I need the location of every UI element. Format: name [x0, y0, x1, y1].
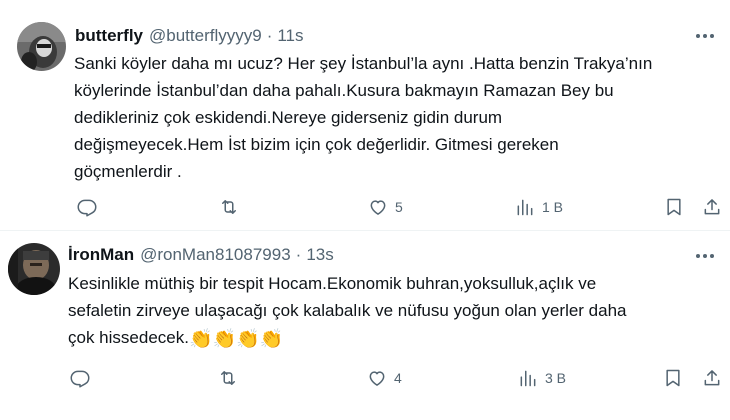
views-count: 1 B	[542, 199, 564, 215]
clapping-emoji: 👏👏👏👏	[188, 329, 284, 350]
like-button[interactable]: 4	[367, 368, 402, 388]
tweet[interactable]: İronMan @ronMan81087993 · 13s Kesinlikle…	[0, 231, 730, 420]
reply-icon	[70, 368, 90, 388]
display-name[interactable]: İronMan	[68, 245, 134, 265]
views-icon	[515, 197, 535, 217]
tweet-text-content: Sanki köyler daha mı ucuz? Her şey İstan…	[74, 54, 653, 181]
tweet-text-content: Kesinlikle müthiş bir tespit Hocam.Ekono…	[68, 274, 627, 347]
views-icon	[518, 368, 538, 388]
display-name[interactable]: butterfly	[75, 26, 143, 46]
bookmark-icon	[665, 197, 683, 217]
timestamp[interactable]: 11s	[277, 26, 303, 46]
bookmark-icon	[664, 368, 682, 388]
share-icon	[702, 368, 722, 388]
share-button[interactable]	[702, 197, 722, 217]
retweet-button[interactable]	[217, 368, 246, 388]
reply-button[interactable]	[70, 368, 97, 388]
retweet-button[interactable]	[218, 197, 247, 217]
avatar[interactable]	[8, 243, 60, 295]
share-button[interactable]	[702, 368, 722, 388]
more-icon[interactable]	[694, 26, 716, 46]
timestamp[interactable]: 13s	[306, 245, 333, 265]
reply-icon	[77, 197, 97, 217]
more-icon[interactable]	[694, 246, 716, 266]
like-count: 5	[395, 199, 403, 215]
tweet-actions: 4 3 B	[0, 368, 730, 392]
like-icon	[368, 197, 388, 217]
tweet-text: Sanki köyler daha mı ucuz? Her şey İstan…	[74, 50, 714, 185]
bookmark-button[interactable]	[664, 368, 682, 388]
like-icon	[367, 368, 387, 388]
user-handle[interactable]: @ronMan81087993	[140, 245, 291, 265]
like-count: 4	[394, 370, 402, 386]
bookmark-button[interactable]	[665, 197, 683, 217]
user-handle[interactable]: @butterflyyyy9	[149, 26, 262, 46]
reply-button[interactable]	[77, 197, 104, 217]
views-button[interactable]: 3 B	[518, 368, 566, 388]
tweet-text: Kesinlikle müthiş bir tespit Hocam.Ekono…	[68, 270, 718, 351]
tweet-header: butterfly @butterflyyyy9 · 11s	[75, 26, 304, 46]
retweet-icon	[218, 197, 240, 217]
views-button[interactable]: 1 B	[515, 197, 563, 217]
like-button[interactable]: 5	[368, 197, 403, 217]
share-icon	[702, 197, 722, 217]
retweet-icon	[217, 368, 239, 388]
avatar[interactable]	[17, 22, 66, 71]
tweet-actions: 5 1 B	[0, 197, 730, 221]
separator-dot: ·	[266, 26, 273, 45]
tweet-header: İronMan @ronMan81087993 · 13s	[68, 245, 334, 265]
separator-dot: ·	[295, 245, 302, 264]
views-count: 3 B	[545, 370, 567, 386]
tweet[interactable]: butterfly @butterflyyyy9 · 11s Sanki köy…	[0, 0, 730, 231]
